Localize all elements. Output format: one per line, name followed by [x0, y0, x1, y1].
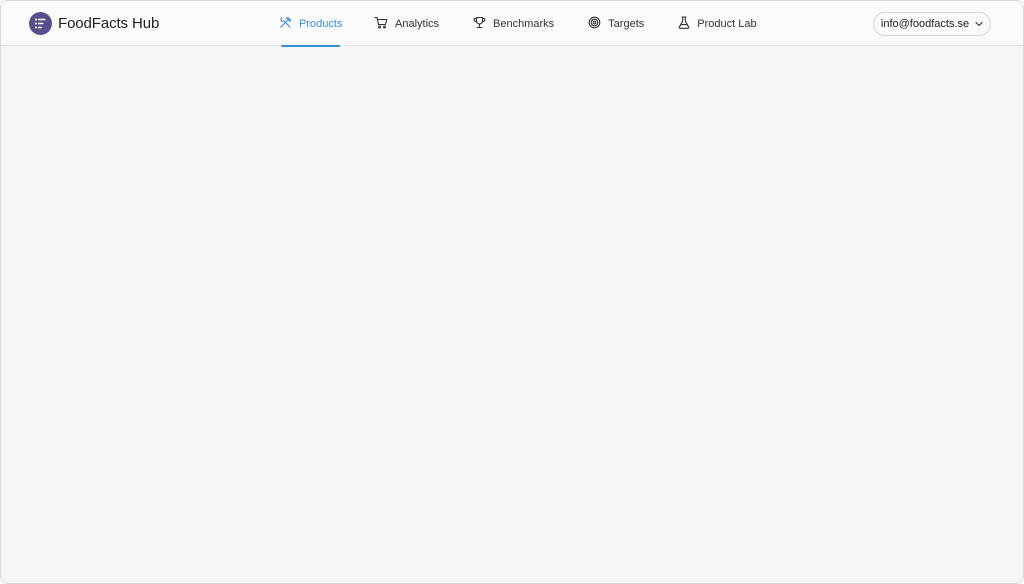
nav-tab-label: Product Lab: [697, 17, 757, 30]
nav-tab-label: Benchmarks: [493, 17, 555, 30]
logo-icon: [29, 12, 52, 35]
trophy-icon: [473, 16, 486, 32]
nav-tab-product-lab[interactable]: Product Lab: [678, 1, 757, 46]
nav-tab-label: Targets: [608, 17, 645, 30]
app-window: FoodFacts Hub Products Analytics Benchma…: [0, 0, 1024, 584]
brand[interactable]: FoodFacts Hub: [29, 12, 159, 35]
shopping-cart-icon: [374, 16, 388, 32]
nav-tab-benchmarks[interactable]: Benchmarks: [473, 1, 554, 46]
nav-tab-analytics[interactable]: Analytics: [374, 1, 439, 46]
nav-tab-label: Products: [299, 17, 343, 30]
nav-tab-targets[interactable]: Targets: [588, 1, 644, 46]
flask-icon: [678, 15, 690, 32]
nav-tab-products[interactable]: Products: [279, 1, 343, 47]
account-email: info@foodfacts.se: [880, 18, 970, 30]
app-name: FoodFacts Hub: [58, 15, 160, 32]
chevron-down-icon: [975, 18, 983, 30]
utensils-icon: [279, 16, 292, 32]
main-content-area: [1, 47, 1023, 583]
top-navigation-bar: FoodFacts Hub Products Analytics Benchma…: [1, 1, 1023, 47]
target-icon: [588, 16, 601, 32]
nav-tab-label: Analytics: [395, 17, 440, 30]
main-nav: Products Analytics Benchmarks Targets Pr…: [279, 1, 757, 47]
account-menu-button[interactable]: info@foodfacts.se: [873, 12, 991, 36]
